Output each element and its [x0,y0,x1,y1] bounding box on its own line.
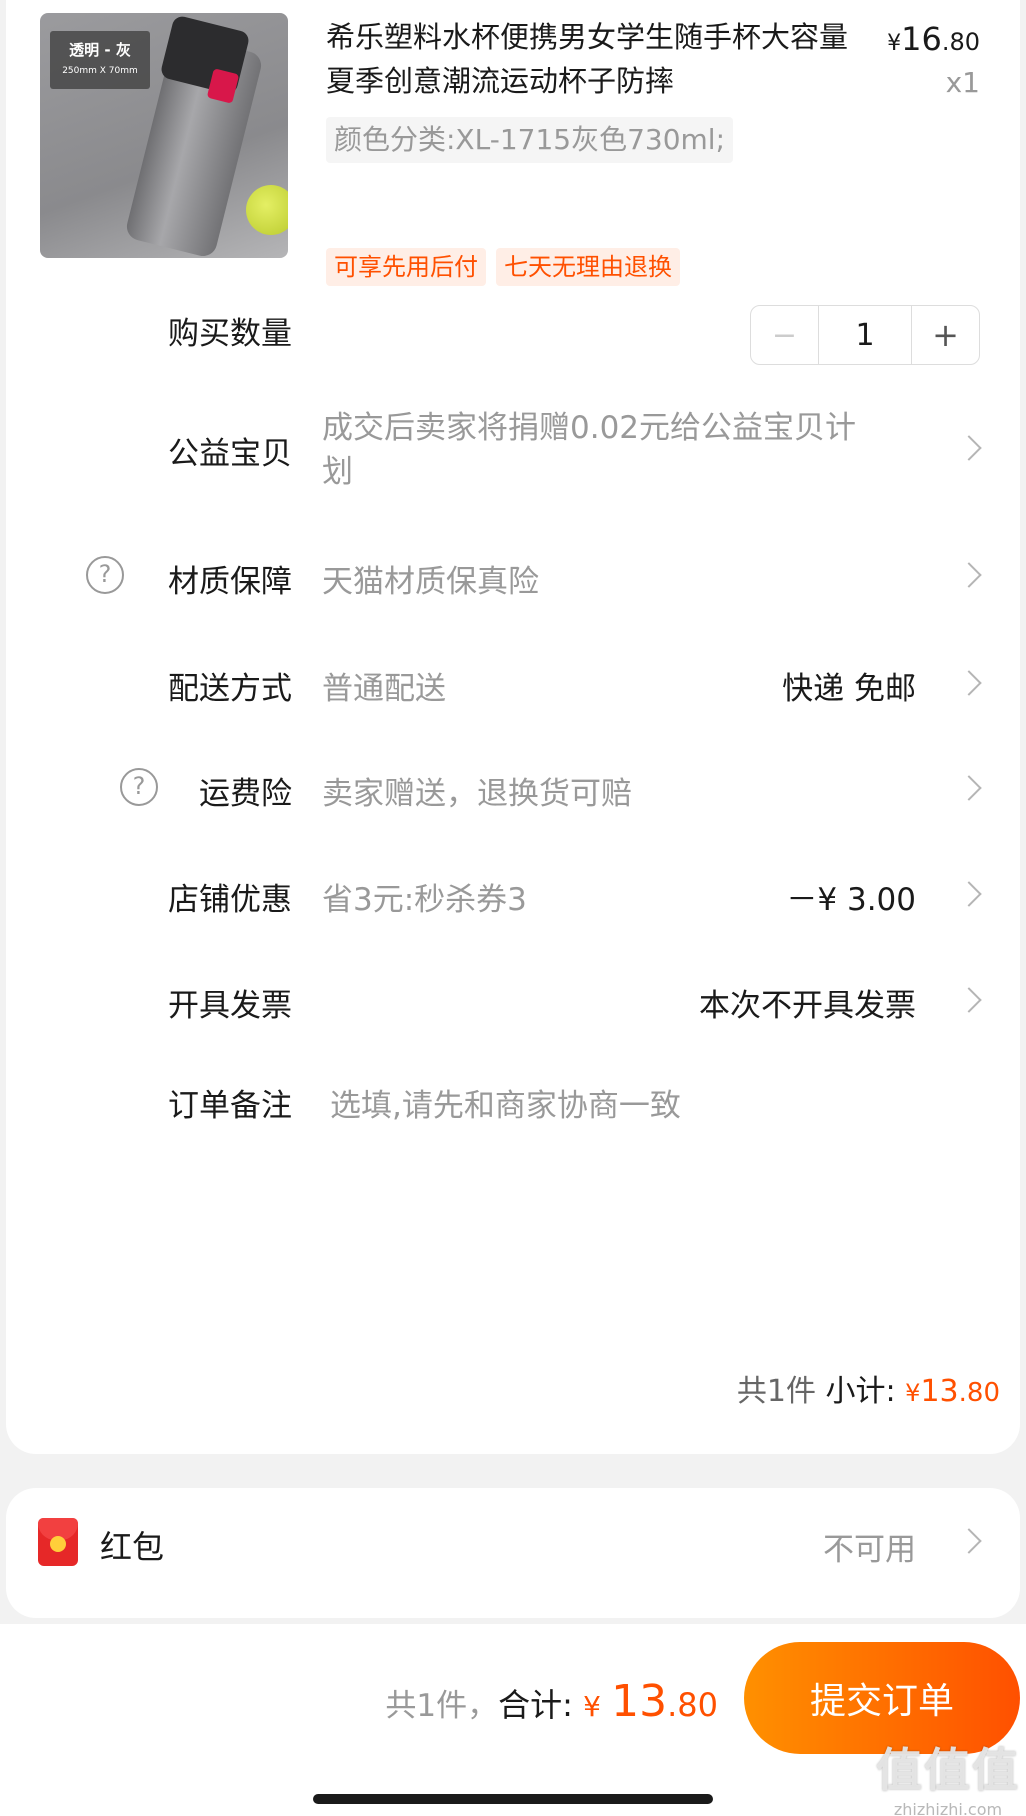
help-icon[interactable]: ? [86,556,124,594]
image-spec-tag: 透明 - 灰 250mm X 70mm [50,31,150,89]
row-label: 订单备注 [168,1088,292,1124]
home-indicator[interactable] [313,1794,713,1804]
row-label: 开具发票 [168,988,292,1024]
price-integer: 16 [901,20,942,58]
image-tag-color: 透明 - 灰 [69,41,131,59]
quantity-stepper[interactable]: − 1 + [750,305,980,365]
row-value: 省3元:秒杀券3 [322,882,527,918]
product-price: ¥16.80 [887,20,980,58]
price-decimal: .80 [941,28,980,56]
chevron-right-icon [956,670,982,696]
chevron-right-icon [956,881,982,907]
subtotal: 共1件 小计: ¥13.80 [737,1366,1000,1410]
row-label: 运费险 [199,776,292,812]
badge-pay-later: 可享先用后付 [326,248,486,286]
row-value: 天猫材质保真险 [322,564,539,600]
checkout-bar: 共1件，合计: ¥ 13.80 提交订单 值值值 zhizhizhi.com [0,1624,1026,1816]
order-card: 透明 - 灰 250mm X 70mm 希乐塑料水杯便携男女学生随手杯大容量夏季… [6,0,1020,1454]
order-total: 共1件，合计: ¥ 13.80 [385,1676,718,1727]
total-count: 共1件， [385,1688,499,1724]
remark-input[interactable]: 选填,请先和商家协商一致 [330,1080,681,1125]
increase-button[interactable]: + [911,306,979,364]
chevron-right-icon [956,435,982,461]
row-value: 卖家赠送，退换货可赔 [322,776,632,812]
chevron-right-icon [956,775,982,801]
row-label: 购买数量 [168,316,292,352]
row-value: 成交后卖家将捐赠0.02元给公益宝贝计划 [322,410,857,490]
product-image[interactable]: 透明 - 灰 250mm X 70mm [40,13,288,258]
badge-7day-return: 七天无理由退换 [496,248,680,286]
hongbao-row[interactable]: 红包 不可用 [6,1488,1020,1618]
total-label: 合计: [498,1686,573,1724]
discount-amount: －¥ 3.00 [786,882,916,918]
watermark: 值值值 zhizhizhi.com [876,1734,1020,1816]
row-label: 材质保障 [168,564,292,600]
row-value: 普通配送 [322,671,446,707]
hongbao-status: 不可用 [823,1532,916,1568]
hongbao-label: 红包 [100,1528,165,1566]
decrease-button[interactable]: − [751,306,819,364]
chevron-right-icon [956,1528,982,1554]
subtotal-decimal: .80 [958,1378,1000,1408]
product-quantity: x1 [945,66,980,99]
row-label: 公益宝贝 [168,436,292,472]
image-tag-size: 250mm X 70mm [62,66,138,76]
quantity-value[interactable]: 1 [819,306,911,364]
help-icon[interactable]: ? [120,768,158,806]
watermark-url: zhizhizhi.com [893,1800,1003,1816]
product-title[interactable]: 希乐塑料水杯便携男女学生随手杯大容量夏季创意潮流运动杯子防摔 [326,15,866,103]
watermark-logo: 值值值 [876,1743,1020,1797]
red-packet-icon [38,1518,78,1566]
total-decimal: .80 [667,1686,718,1724]
price-currency: ¥ [887,31,902,56]
subtotal-integer: 13 [920,1374,959,1409]
chevron-right-icon [956,562,982,588]
row-label: 店铺优惠 [168,882,292,918]
delivery-method: 快递 免邮 [782,671,916,707]
service-badges: 可享先用后付 七天无理由退换 [326,248,680,286]
row-label: 配送方式 [168,671,292,707]
subtotal-count: 共1件 [736,1374,816,1409]
tennis-ball-graphic [246,185,288,235]
product-sku[interactable]: 颜色分类:XL-1715灰色730ml; [326,117,734,163]
subtotal-label: 小计: [825,1374,896,1409]
total-currency: ¥ [583,1690,601,1723]
invoice-status: 本次不开具发票 [699,988,916,1024]
chevron-right-icon [956,987,982,1013]
total-integer: 13 [611,1676,668,1727]
subtotal-currency: ¥ [905,1379,921,1407]
